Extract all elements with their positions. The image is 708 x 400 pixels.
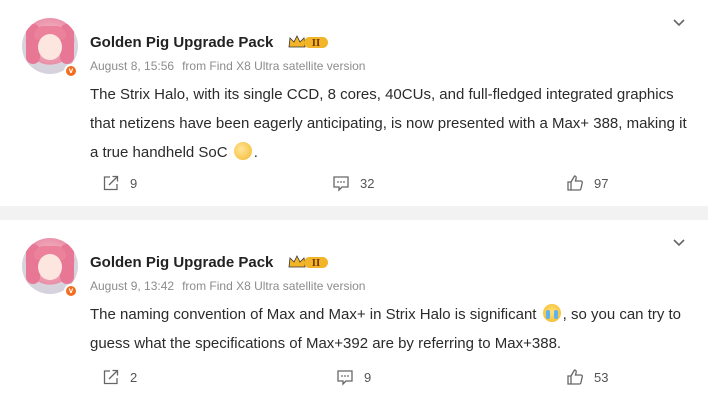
like-button[interactable]: 53 [566, 368, 608, 386]
like-count: 53 [594, 369, 609, 385]
clapping-hand-emoji [233, 142, 252, 160]
post-meta: August 9, 13:42 from Find X8 Ultra satell… [90, 279, 365, 293]
username[interactable]: Golden Pig Upgrade Pack [90, 254, 273, 271]
comment-button[interactable]: 32 [332, 174, 374, 192]
post-feed: v Golden Pig Upgrade Pack II August 8, 1… [0, 0, 708, 400]
chevron-down-icon[interactable] [672, 236, 686, 250]
level-badge-text: II [312, 39, 320, 49]
repost-button[interactable]: 2 [102, 368, 137, 386]
comment-count: 9 [364, 369, 372, 385]
post-text-part: The naming convention of Max and Max+ in… [90, 306, 541, 323]
share-icon [103, 175, 119, 191]
thumbs-up-icon [567, 369, 583, 385]
post-text-part: . [253, 144, 258, 161]
level-badge-text: II [312, 259, 320, 269]
crying-face-emoji [542, 304, 561, 322]
post-meta: August 8, 15:56 from Find X8 Ultra satell… [90, 59, 365, 73]
verified-badge: v [64, 284, 78, 298]
comment-button[interactable]: 9 [336, 368, 371, 386]
post-text: The naming convention of Max and Max+ in… [90, 300, 690, 358]
post-card: v Golden Pig Upgrade Pack II August 8, 1… [0, 0, 708, 206]
share-icon [103, 369, 119, 385]
comment-icon [337, 370, 353, 386]
repost-button[interactable]: 9 [102, 174, 137, 192]
post-card: v Golden Pig Upgrade Pack II August 9, 1… [0, 220, 708, 400]
action-bar: 9 32 97 [0, 174, 708, 198]
post-text: The Strix Halo, with its single CCD, 8 c… [90, 80, 690, 167]
like-button[interactable]: 97 [566, 174, 608, 192]
comment-count: 32 [360, 175, 375, 191]
repost-count: 9 [130, 175, 138, 191]
action-bar: 2 9 53 [0, 368, 708, 392]
post-text-part: The Strix Halo, with its single CCD, 8 c… [90, 86, 687, 161]
repost-count: 2 [130, 369, 138, 385]
comment-icon [333, 176, 349, 192]
thumbs-up-icon [567, 175, 583, 191]
post-source: from Find X8 Ultra satellite version [182, 279, 366, 293]
verified-badge: v [64, 64, 78, 78]
username[interactable]: Golden Pig Upgrade Pack [90, 34, 273, 51]
chevron-down-icon[interactable] [672, 16, 686, 30]
crown-level-badge: II [288, 255, 328, 269]
like-count: 97 [594, 175, 609, 191]
post-source: from Find X8 Ultra satellite version [182, 59, 366, 73]
post-date: August 8, 15:56 [90, 59, 175, 73]
crown-level-badge: II [288, 35, 328, 49]
post-date: August 9, 13:42 [90, 279, 175, 293]
